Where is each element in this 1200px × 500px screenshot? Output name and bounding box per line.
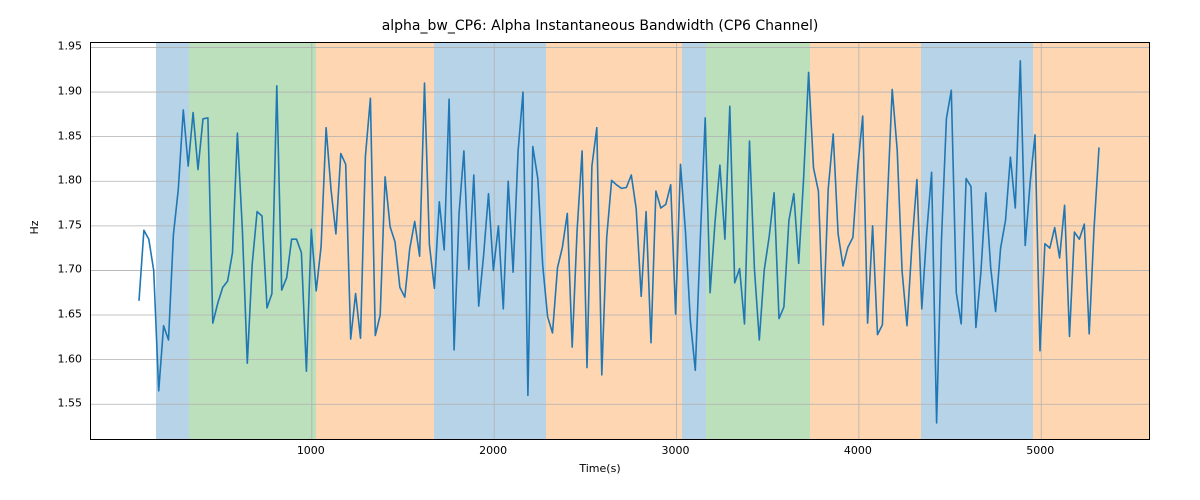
gridlines xyxy=(91,43,1149,439)
chart-title: alpha_bw_CP6: Alpha Instantaneous Bandwi… xyxy=(0,18,1200,34)
x-tick-label: 1000 xyxy=(297,444,325,457)
data-line xyxy=(139,61,1099,423)
y-tick-label: 1.70 xyxy=(40,263,82,276)
y-tick-label: 1.80 xyxy=(40,174,82,187)
x-tick-label: 4000 xyxy=(844,444,872,457)
plot-svg xyxy=(91,43,1149,439)
y-tick-label: 1.90 xyxy=(40,85,82,98)
y-tick-label: 1.75 xyxy=(40,218,82,231)
y-tick-label: 1.60 xyxy=(40,352,82,365)
x-tick-label: 5000 xyxy=(1026,444,1054,457)
y-tick-label: 1.85 xyxy=(40,129,82,142)
x-tick-label: 3000 xyxy=(662,444,690,457)
x-tick-label: 2000 xyxy=(479,444,507,457)
chart-figure: alpha_bw_CP6: Alpha Instantaneous Bandwi… xyxy=(0,0,1200,500)
y-tick-label: 1.95 xyxy=(40,40,82,53)
x-axis-label: Time(s) xyxy=(0,462,1200,475)
y-axis-label: Hz xyxy=(28,220,41,234)
y-tick-label: 1.55 xyxy=(40,397,82,410)
y-tick-label: 1.65 xyxy=(40,308,82,321)
chart-axes xyxy=(90,42,1150,440)
